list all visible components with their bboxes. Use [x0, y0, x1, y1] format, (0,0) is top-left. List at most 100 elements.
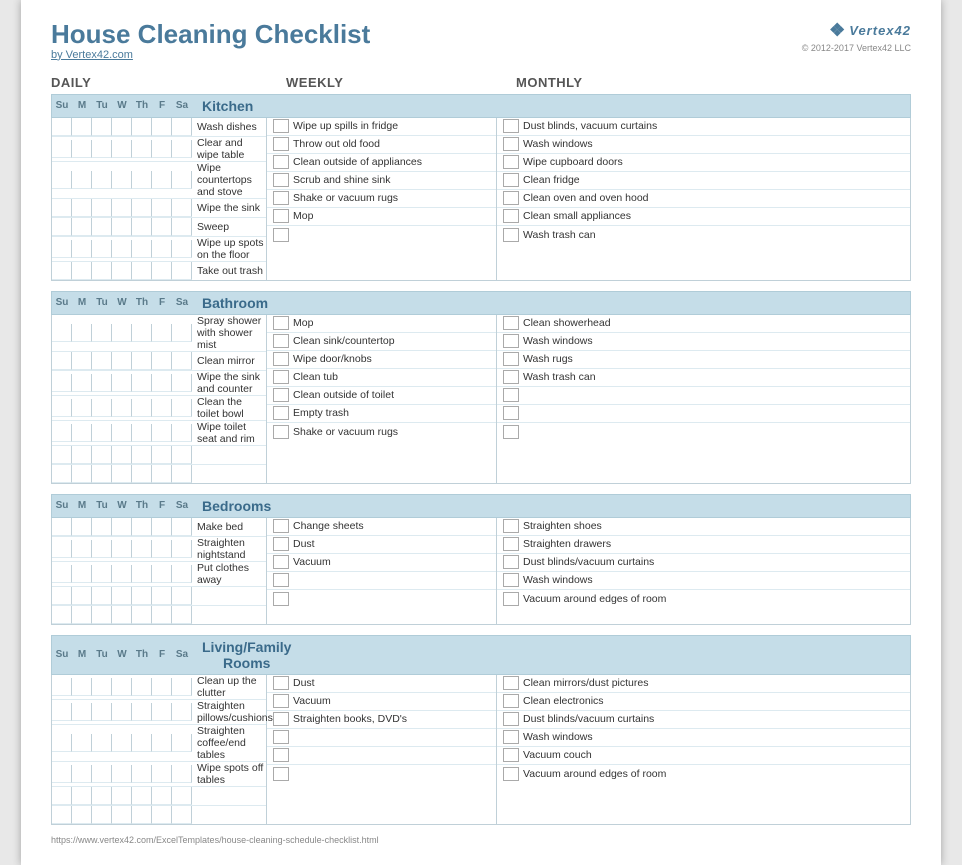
checkbox-tu[interactable] [92, 262, 112, 280]
checkbox-m[interactable] [72, 518, 92, 536]
checkbox-sa[interactable] [172, 446, 192, 464]
checkbox-m[interactable] [72, 171, 92, 189]
checkbox-tu[interactable] [92, 218, 112, 236]
weekly-checkbox[interactable] [273, 730, 289, 744]
checkbox-th[interactable] [132, 218, 152, 236]
checkbox-su[interactable] [52, 587, 72, 605]
weekly-checkbox[interactable] [273, 712, 289, 726]
checkbox-sa[interactable] [172, 118, 192, 136]
checkbox-sa[interactable] [172, 218, 192, 236]
monthly-checkbox[interactable] [503, 730, 519, 744]
checkbox-su[interactable] [52, 465, 72, 483]
weekly-checkbox[interactable] [273, 228, 289, 242]
checkbox-su[interactable] [52, 565, 72, 583]
weekly-checkbox[interactable] [273, 155, 289, 169]
checkbox-tu[interactable] [92, 587, 112, 605]
checkbox-f[interactable] [152, 587, 172, 605]
checkbox-su[interactable] [52, 765, 72, 783]
weekly-checkbox[interactable] [273, 573, 289, 587]
monthly-checkbox[interactable] [503, 370, 519, 384]
checkbox-th[interactable] [132, 565, 152, 583]
checkbox-sa[interactable] [172, 171, 192, 189]
checkbox-f[interactable] [152, 324, 172, 342]
checkbox-sa[interactable] [172, 606, 192, 624]
checkbox-m[interactable] [72, 399, 92, 417]
weekly-checkbox[interactable] [273, 119, 289, 133]
checkbox-f[interactable] [152, 399, 172, 417]
monthly-checkbox[interactable] [503, 191, 519, 205]
checkbox-tu[interactable] [92, 446, 112, 464]
checkbox-f[interactable] [152, 352, 172, 370]
checkbox-f[interactable] [152, 240, 172, 258]
checkbox-w[interactable] [112, 806, 132, 824]
checkbox-sa[interactable] [172, 587, 192, 605]
weekly-checkbox[interactable] [273, 519, 289, 533]
checkbox-f[interactable] [152, 218, 172, 236]
weekly-checkbox[interactable] [273, 592, 289, 606]
checkbox-th[interactable] [132, 240, 152, 258]
monthly-checkbox[interactable] [503, 209, 519, 223]
checkbox-sa[interactable] [172, 374, 192, 392]
checkbox-m[interactable] [72, 424, 92, 442]
checkbox-w[interactable] [112, 518, 132, 536]
checkbox-f[interactable] [152, 424, 172, 442]
checkbox-w[interactable] [112, 171, 132, 189]
checkbox-w[interactable] [112, 140, 132, 158]
checkbox-th[interactable] [132, 199, 152, 217]
checkbox-su[interactable] [52, 399, 72, 417]
checkbox-tu[interactable] [92, 324, 112, 342]
checkbox-w[interactable] [112, 218, 132, 236]
checkbox-f[interactable] [152, 787, 172, 805]
checkbox-tu[interactable] [92, 565, 112, 583]
checkbox-w[interactable] [112, 399, 132, 417]
checkbox-tu[interactable] [92, 806, 112, 824]
checkbox-m[interactable] [72, 446, 92, 464]
checkbox-m[interactable] [72, 118, 92, 136]
monthly-checkbox[interactable] [503, 316, 519, 330]
weekly-checkbox[interactable] [273, 406, 289, 420]
checkbox-m[interactable] [72, 465, 92, 483]
subtitle-link[interactable]: by Vertex42.com [51, 49, 133, 61]
checkbox-sa[interactable] [172, 565, 192, 583]
weekly-checkbox[interactable] [273, 370, 289, 384]
checkbox-th[interactable] [132, 465, 152, 483]
checkbox-m[interactable] [72, 678, 92, 696]
checkbox-w[interactable] [112, 765, 132, 783]
monthly-checkbox[interactable] [503, 406, 519, 420]
checkbox-m[interactable] [72, 262, 92, 280]
checkbox-sa[interactable] [172, 765, 192, 783]
checkbox-sa[interactable] [172, 352, 192, 370]
checkbox-w[interactable] [112, 565, 132, 583]
checkbox-th[interactable] [132, 140, 152, 158]
monthly-checkbox[interactable] [503, 173, 519, 187]
checkbox-w[interactable] [112, 118, 132, 136]
checkbox-th[interactable] [132, 703, 152, 721]
checkbox-sa[interactable] [172, 424, 192, 442]
checkbox-sa[interactable] [172, 540, 192, 558]
weekly-checkbox[interactable] [273, 191, 289, 205]
checkbox-f[interactable] [152, 806, 172, 824]
checkbox-th[interactable] [132, 118, 152, 136]
checkbox-f[interactable] [152, 678, 172, 696]
checkbox-tu[interactable] [92, 140, 112, 158]
checkbox-w[interactable] [112, 465, 132, 483]
checkbox-w[interactable] [112, 352, 132, 370]
checkbox-su[interactable] [52, 787, 72, 805]
checkbox-su[interactable] [52, 806, 72, 824]
checkbox-w[interactable] [112, 606, 132, 624]
monthly-checkbox[interactable] [503, 694, 519, 708]
checkbox-su[interactable] [52, 374, 72, 392]
checkbox-tu[interactable] [92, 540, 112, 558]
weekly-checkbox[interactable] [273, 334, 289, 348]
checkbox-m[interactable] [72, 765, 92, 783]
monthly-checkbox[interactable] [503, 425, 519, 439]
checkbox-w[interactable] [112, 787, 132, 805]
checkbox-w[interactable] [112, 587, 132, 605]
monthly-checkbox[interactable] [503, 712, 519, 726]
checkbox-sa[interactable] [172, 518, 192, 536]
checkbox-th[interactable] [132, 518, 152, 536]
checkbox-w[interactable] [112, 199, 132, 217]
checkbox-f[interactable] [152, 140, 172, 158]
weekly-checkbox[interactable] [273, 209, 289, 223]
checkbox-su[interactable] [52, 324, 72, 342]
